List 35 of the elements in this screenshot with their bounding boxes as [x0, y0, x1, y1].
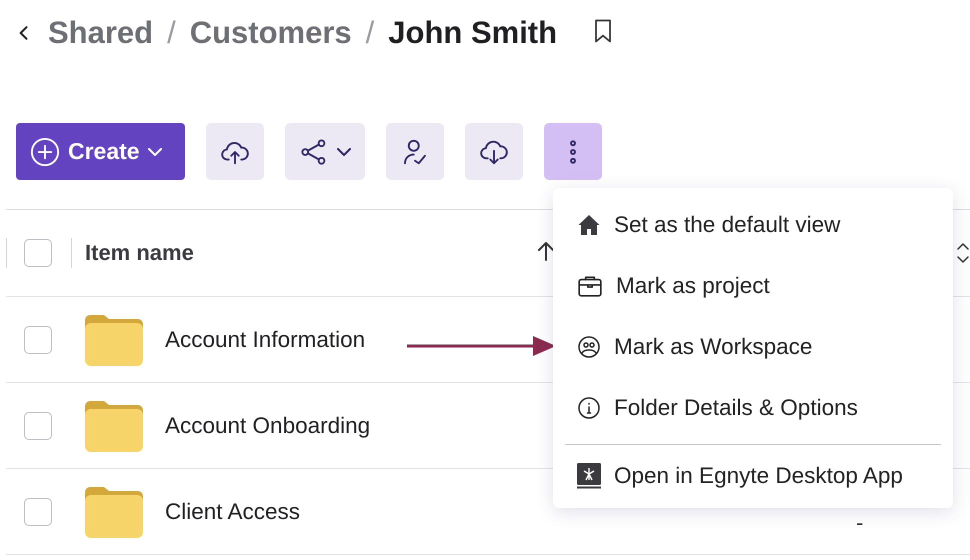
- plus-circle-icon: [30, 136, 60, 166]
- menu-item[interactable]: Open in Egnyte Desktop App: [553, 445, 953, 506]
- folder-icon: [85, 486, 143, 538]
- folder-name[interactable]: Client Access: [165, 498, 300, 524]
- assign-button[interactable]: [386, 123, 444, 180]
- menu-item[interactable]: Mark as Workspace: [553, 316, 953, 377]
- page-title: John Smith: [388, 15, 558, 51]
- home-icon: [577, 212, 601, 236]
- folder-icon: [85, 314, 143, 366]
- select-all-checkbox[interactable]: [24, 239, 52, 267]
- row-checkbox[interactable]: [24, 498, 52, 526]
- more-button[interactable]: [544, 123, 602, 180]
- folder-name[interactable]: Account Information: [165, 326, 366, 352]
- breadcrumb-link[interactable]: Shared: [48, 15, 154, 51]
- breadcrumb-link[interactable]: Customers: [190, 15, 352, 51]
- column-header[interactable]: Item name: [85, 240, 534, 266]
- row-checkbox[interactable]: [24, 412, 52, 440]
- more-icon: [570, 140, 576, 164]
- share-button[interactable]: [285, 123, 365, 180]
- desktop-app-icon: [577, 462, 601, 488]
- caret-icon: [148, 148, 162, 156]
- caret-icon: [337, 148, 351, 156]
- breadcrumb-separator: /: [167, 15, 176, 51]
- table-cell: -: [856, 511, 864, 535]
- info-icon: [577, 396, 601, 420]
- folder-name[interactable]: Account Onboarding: [165, 412, 370, 438]
- upload-button[interactable]: [206, 123, 264, 180]
- row-checkbox[interactable]: [24, 326, 52, 354]
- create-button[interactable]: Create: [16, 123, 185, 180]
- download-button[interactable]: [465, 123, 523, 180]
- folder-icon: [85, 400, 143, 452]
- menu-item[interactable]: Mark as project: [553, 255, 953, 316]
- menu-item[interactable]: Set as the default view: [553, 194, 953, 255]
- breadcrumb-separator: /: [366, 15, 374, 51]
- menu-item[interactable]: Folder Details & Options: [553, 377, 953, 438]
